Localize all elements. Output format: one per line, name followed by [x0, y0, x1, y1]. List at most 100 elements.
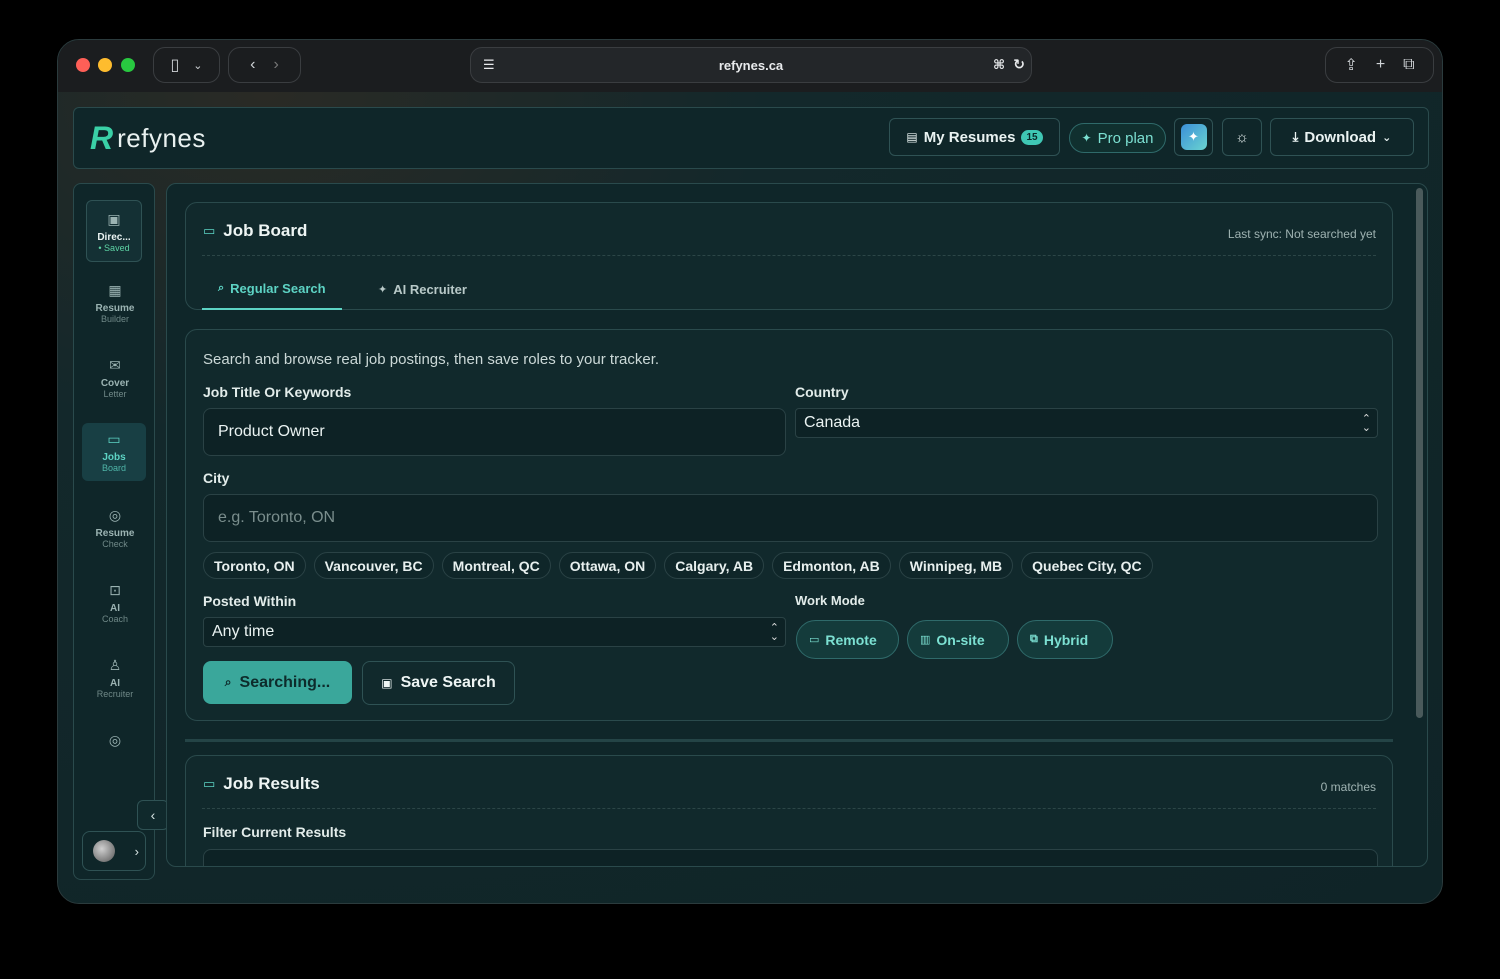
sidebar-item-status: • Saved	[98, 243, 130, 253]
city-chip[interactable]: Toronto, ON	[203, 552, 306, 579]
scrollbar[interactable]	[1416, 188, 1423, 718]
sidebar-item-sublabel: Builder	[100, 314, 129, 324]
sidebar-item-label: Jobs	[102, 452, 126, 463]
save-icon: ▣	[381, 676, 393, 690]
brand-logo[interactable]: R refynes	[90, 120, 206, 157]
minimize-window-button[interactable]	[98, 58, 112, 72]
page-settings-icon[interactable]: ☰	[483, 57, 495, 73]
sidebar-item-cover-letter[interactable]: ✉ Cover Letter	[84, 357, 146, 399]
maximize-window-button[interactable]	[121, 58, 135, 72]
job-results-title-text: Job Results	[223, 774, 320, 793]
pro-plan-label: Pro plan	[1097, 129, 1154, 147]
remote-icon: ▭	[809, 634, 820, 646]
translate-icon[interactable]: ⌘	[993, 57, 1005, 73]
job-board-title: ▭ Job Board	[203, 221, 307, 241]
sidebar-item-resume-builder[interactable]: ▦ Resume Builder	[84, 282, 146, 324]
download-label: Download	[1304, 128, 1377, 146]
tab-label: AI Recruiter	[393, 282, 467, 297]
work-mode-label-text: Hybrid	[1043, 631, 1089, 648]
user-menu-button[interactable]: ›	[82, 831, 146, 871]
url-text: refynes.ca	[718, 57, 784, 73]
browser-actions: ⇪ + ⧉	[1325, 47, 1434, 83]
brand-name: refynes	[117, 123, 206, 153]
city-chip[interactable]: Montreal, QC	[441, 552, 551, 579]
divider	[202, 808, 1376, 809]
sidebar-item-sublabel: Board	[101, 463, 127, 473]
city-chip[interactable]: Edmonton, AB	[772, 552, 891, 579]
logo-mark-icon: R	[90, 120, 114, 156]
address-bar[interactable]: ☰ refynes.ca ⌘ ↻	[470, 47, 1032, 83]
back-icon[interactable]: ‹	[250, 56, 255, 74]
city-placeholder: e.g. Toronto, ON	[218, 509, 336, 526]
chevron-down-icon: ⌄	[193, 59, 203, 72]
city-chip[interactable]: Winnipeg, MB	[898, 552, 1014, 579]
sidebar-toggle-button[interactable]: ▯ ⌄	[153, 47, 220, 83]
work-mode-remote[interactable]: ▭ Remote	[796, 620, 899, 659]
reload-icon[interactable]: ↻	[1013, 56, 1025, 73]
my-resumes-button[interactable]: ▤ My Resumes 15	[889, 118, 1060, 156]
new-tab-icon[interactable]: +	[1376, 56, 1385, 74]
sparkle-icon: ✦	[1081, 131, 1092, 145]
tab-regular-search[interactable]: ⌕ Regular Search	[202, 269, 342, 310]
job-title-input[interactable]: Product Owner	[203, 408, 786, 456]
chevron-right-icon: ›	[134, 843, 139, 859]
browser-window: ▯ ⌄ ‹ › ☰ refynes.ca ⌘ ↻ ⇪ + ⧉ R refynes ▤…	[57, 39, 1443, 904]
sparkle-icon: ✦	[378, 284, 388, 296]
select-caret-icon: ⌃ ⌄	[1361, 413, 1371, 434]
app-header: R refynes ▤ My Resumes 15 ✦ Pro plan ✦ ☼…	[73, 107, 1429, 169]
user-icon: ♙	[108, 657, 122, 673]
ai-assistant-button[interactable]: ✦	[1174, 118, 1213, 156]
city-chip[interactable]: Vancouver, BC	[313, 552, 434, 579]
sidebar-item-ai-recruiter[interactable]: ♙ AI Recruiter	[84, 657, 146, 699]
briefcase-icon: ▭	[203, 223, 216, 238]
country-label: Country	[795, 384, 849, 400]
sidebar-item-label: Direc...	[97, 232, 131, 243]
sidebar-item-resume-check[interactable]: ◎ Resume Check	[84, 507, 146, 549]
collapse-sidebar-button[interactable]: ‹	[137, 800, 169, 830]
hybrid-icon: ⧉	[1030, 633, 1038, 645]
city-chip[interactable]: Ottawa, ON	[558, 552, 657, 579]
job-board-card: ▭ Job Board Last sync: Not searched yet …	[185, 202, 1393, 310]
work-mode-hybrid[interactable]: ⧉ Hybrid	[1017, 620, 1113, 659]
mail-icon: ✉	[109, 357, 121, 373]
share-icon[interactable]: ⇪	[1344, 55, 1357, 75]
country-value: Canada	[804, 414, 861, 431]
chevron-down-icon: ⌄	[1382, 131, 1392, 144]
country-select[interactable]: Canada ⌃ ⌄	[795, 408, 1378, 438]
pro-plan-button[interactable]: ✦ Pro plan	[1069, 123, 1166, 153]
nav-buttons: ‹ ›	[228, 47, 301, 83]
city-chips: Toronto, ON Vancouver, BC Montreal, QC O…	[203, 552, 1153, 579]
matches-count: 0 matches	[1320, 780, 1376, 794]
close-window-button[interactable]	[76, 58, 90, 72]
sidebar-item-jobs-board[interactable]: ▭ Jobs Board	[82, 423, 146, 481]
sidebar-item-settings[interactable]: ◎	[84, 732, 146, 753]
city-input[interactable]: e.g. Toronto, ON	[203, 494, 1378, 542]
sidebar-item-ai-coach[interactable]: ⊡ AI Coach	[84, 582, 146, 624]
posted-within-select[interactable]: Any time ⌃ ⌄	[203, 617, 786, 647]
city-chip[interactable]: Quebec City, QC	[1021, 552, 1153, 579]
filter-results-input[interactable]	[203, 849, 1378, 866]
settings-target-icon: ◎	[108, 732, 122, 748]
select-caret-icon: ⌃ ⌄	[769, 622, 779, 643]
theme-toggle-button[interactable]: ☼	[1222, 118, 1262, 156]
job-results-card: ▭ Job Results 0 matches Filter Current R…	[185, 755, 1393, 866]
forward-icon[interactable]: ›	[274, 56, 279, 74]
work-mode-onsite[interactable]: ▥ On-site	[907, 620, 1009, 659]
my-resumes-label: My Resumes	[923, 128, 1016, 146]
tab-ai-recruiter[interactable]: ✦ AI Recruiter	[362, 269, 483, 310]
search-icon: ⌕	[218, 282, 225, 294]
filter-results-label: Filter Current Results	[203, 824, 347, 840]
city-chip[interactable]: Calgary, AB	[664, 552, 765, 579]
search-form-card: Search and browse real job postings, the…	[185, 329, 1393, 721]
search-button[interactable]: ⌕ Searching...	[203, 661, 352, 704]
download-button[interactable]: ⤓ Download ⌄	[1270, 118, 1414, 156]
sidebar-item-label: Resume	[95, 528, 135, 539]
posted-within-label: Posted Within	[203, 593, 297, 609]
layout-icon: ▦	[108, 282, 122, 298]
resume-count-badge: 15	[1021, 129, 1043, 145]
browser-titlebar: ▯ ⌄ ‹ › ☰ refynes.ca ⌘ ↻ ⇪ + ⧉	[58, 40, 1442, 92]
save-search-button[interactable]: ▣ Save Search	[362, 661, 515, 705]
tabs-overview-icon[interactable]: ⧉	[1403, 56, 1414, 74]
section-divider	[185, 739, 1393, 742]
sidebar-item-directory[interactable]: ▣ Direc... • Saved	[86, 200, 142, 262]
